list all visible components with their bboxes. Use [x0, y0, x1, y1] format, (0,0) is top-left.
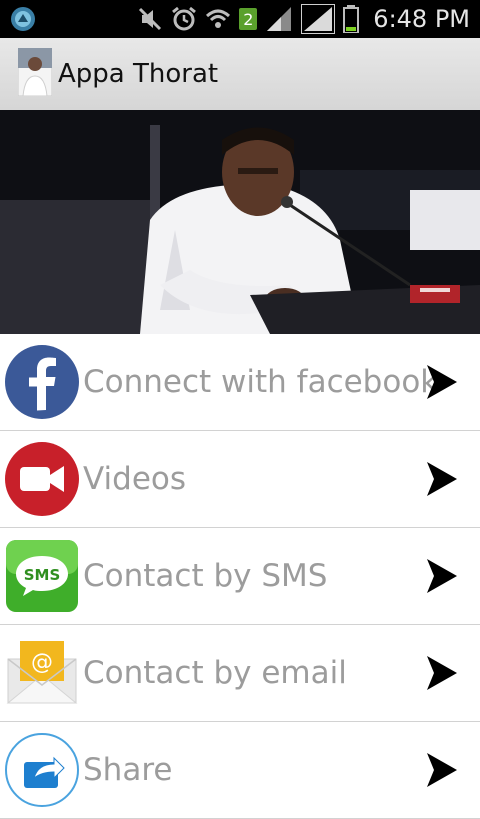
app-notification-icon	[11, 7, 35, 31]
menu-item-videos[interactable]: Videos	[0, 431, 480, 528]
signal-icon	[301, 4, 336, 34]
menu-item-share[interactable]: Share	[0, 722, 480, 819]
menu-item-sms[interactable]: SMS Contact by SMS	[0, 528, 480, 625]
battery-icon	[343, 5, 360, 33]
chevron-right-icon	[427, 559, 457, 593]
menu-item-email[interactable]: @ Contact by email	[0, 625, 480, 722]
svg-text:SMS: SMS	[24, 566, 61, 584]
menu-item-label: Share	[83, 752, 173, 788]
speaker-photo	[0, 110, 480, 334]
menu-item-label: Contact by email	[83, 655, 347, 691]
menu-item-label: Videos	[83, 461, 187, 497]
chevron-right-icon	[427, 753, 457, 787]
menu-list: Connect with facebook Videos SMS Contact…	[0, 334, 480, 819]
sim-badge: 2	[239, 8, 258, 30]
clock: 6:48 PM	[373, 5, 470, 33]
hero-image	[0, 110, 480, 334]
alarm-icon	[172, 6, 197, 31]
action-bar: Appa Thorat	[0, 38, 480, 112]
wifi-icon	[206, 9, 231, 28]
app-title: Appa Thorat	[58, 59, 219, 89]
menu-item-label: Connect with facebook	[83, 364, 439, 400]
video-camera-icon	[5, 442, 79, 516]
mute-icon	[139, 7, 162, 31]
signal-icon	[267, 7, 292, 31]
menu-item-label: Contact by SMS	[83, 558, 328, 594]
email-icon: @	[6, 641, 78, 704]
profile-photo[interactable]	[18, 48, 52, 96]
sms-icon: SMS	[6, 540, 78, 612]
status-bar: 2 6:48 PM	[0, 0, 480, 38]
menu-item-facebook[interactable]: Connect with facebook	[0, 334, 480, 431]
svg-text:@: @	[31, 650, 53, 675]
chevron-right-icon	[427, 365, 457, 399]
chevron-right-icon	[427, 656, 457, 690]
chevron-right-icon	[427, 462, 457, 496]
facebook-icon	[5, 345, 79, 419]
share-icon	[5, 733, 79, 807]
